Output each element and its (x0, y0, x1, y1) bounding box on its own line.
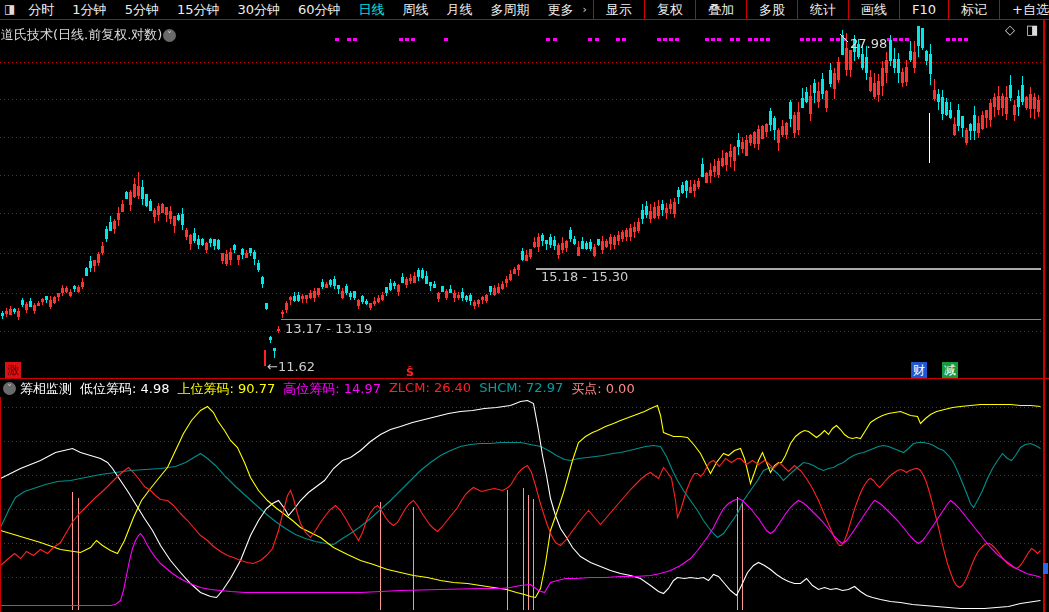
action-item-8[interactable]: 标记 (949, 1, 999, 19)
field-value: 90.77 (238, 381, 275, 396)
action-item-4[interactable]: 多股 (747, 1, 797, 19)
indicator-field: 买点: 0.00 (571, 380, 634, 398)
diamond-icon[interactable]: ◇ (1005, 22, 1015, 37)
field-value: 72.97 (526, 380, 563, 395)
action-item-2[interactable]: 复权 (645, 1, 695, 19)
indicator-field: SHCM: 72.97 (479, 380, 563, 398)
field-label: 买点 (571, 381, 597, 396)
chart-title: 道氏技术(日线.前复权.对数) (1, 26, 162, 44)
period-menu: 分时1分钟5分钟15分钟30分钟60分钟日线周线月线多周期更多 (19, 0, 582, 19)
period-item-2[interactable]: 1分钟 (63, 1, 115, 19)
period-item-9[interactable]: 月线 (438, 1, 482, 19)
collapse-chevron-icon[interactable]: ˅ (3, 382, 16, 395)
field-label: SHCM (479, 380, 517, 395)
period-item-8[interactable]: 周线 (394, 1, 438, 19)
period-item-5[interactable]: 30分钟 (228, 1, 289, 19)
field-label: 低位筹码 (80, 381, 132, 396)
field-value: 14.97 (344, 381, 381, 396)
collapse-chevron-icon[interactable]: ˅ (163, 29, 176, 42)
action-item-5[interactable]: 统计 (798, 1, 848, 19)
more-arrow-icon[interactable]: › (583, 3, 593, 16)
badge-jian[interactable]: 减 (942, 362, 958, 378)
field-value: 26.40 (434, 380, 471, 395)
action-item-6[interactable]: 画线 (849, 1, 899, 19)
indicator-name: 筹相监测 (20, 380, 72, 398)
toolbar-actions: 显示复权叠加多股统计画线F10标记+自选 (593, 0, 1049, 19)
panel-toggle-icon[interactable]: ◨ (4, 0, 15, 19)
gap-low-label: 13.17 - 13.19 (285, 321, 372, 336)
field-label: 上位筹码 (177, 381, 229, 396)
indicator-header: ˅ 筹相监测 低位筹码: 4.98 上位筹码: 90.77 高位筹码: 14.97 Z… (0, 380, 1041, 397)
action-item-9[interactable]: +自选 (1000, 1, 1049, 19)
period-item-11[interactable]: 更多 (539, 1, 583, 19)
main-chart-canvas[interactable] (0, 20, 1043, 378)
action-item-7[interactable]: F10 (900, 2, 948, 17)
period-item-3[interactable]: 5分钟 (116, 1, 168, 19)
action-item-3[interactable]: 叠加 (696, 1, 746, 19)
period-item-1[interactable]: 分时 (19, 1, 63, 19)
split-square-icon[interactable]: ◨ (1026, 22, 1038, 37)
low-price-label: ←11.62 (267, 359, 315, 374)
indicator-field: 高位筹码: 14.97 (283, 380, 381, 398)
period-item-7[interactable]: 日线 (350, 1, 394, 19)
top-toolbar: ◨ 分时1分钟5分钟15分钟30分钟60分钟日线周线月线多周期更多 › 显示复权… (0, 0, 1049, 20)
period-item-10[interactable]: 多周期 (482, 1, 539, 19)
field-label: ZLCM (389, 380, 425, 395)
field-value: 4.98 (141, 381, 170, 396)
badge-ji[interactable]: 激 (5, 362, 21, 378)
indicator-field: ZLCM: 26.40 (389, 380, 471, 398)
badge-cai[interactable]: 财 (911, 362, 927, 378)
peak-price-label: 27.98 (850, 36, 887, 51)
indicator-field: 上位筹码: 90.77 (177, 380, 275, 398)
indicator-values: 低位筹码: 4.98 上位筹码: 90.77 高位筹码: 14.97 ZLCM: 26… (80, 380, 643, 398)
gap-high-label: 15.18 - 15.30 (541, 269, 628, 284)
field-value: 0.00 (606, 381, 635, 396)
period-item-6[interactable]: 60分钟 (289, 1, 350, 19)
scrollbar-thumb[interactable] (1043, 563, 1048, 574)
right-scrollbar[interactable] (1043, 20, 1045, 612)
period-item-4[interactable]: 15分钟 (168, 1, 229, 19)
indicator-field: 低位筹码: 4.98 (80, 380, 169, 398)
indicator-canvas[interactable] (0, 397, 1043, 612)
field-label: 高位筹码 (283, 381, 335, 396)
action-item-1[interactable]: 显示 (594, 1, 644, 19)
